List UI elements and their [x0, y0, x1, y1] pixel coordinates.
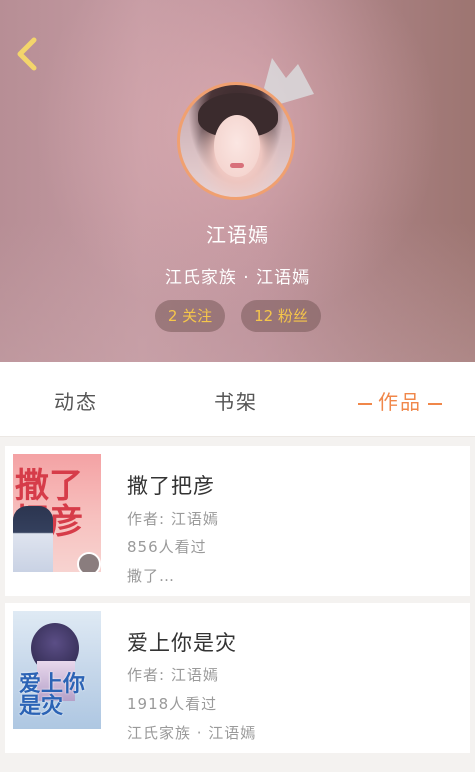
tab-dynamics[interactable]: 动态 [54, 362, 98, 436]
profile-name: 江语嫣 [206, 223, 269, 247]
book-cover[interactable]: 撒了把彦 [13, 454, 101, 572]
profile-family: 江氏家族 · 江语嫣 [164, 268, 311, 288]
book-views: 856人看过 [127, 538, 207, 556]
fans-count-button[interactable]: 12 粉丝 [241, 300, 321, 332]
book-description: 撒了… [127, 567, 176, 585]
book-cover[interactable]: 爱上你是灾 [13, 611, 101, 729]
tab-bookshelf[interactable]: 书架 [214, 362, 258, 436]
profile-tabs: 动态 书架 作品 [0, 362, 475, 437]
book-cover-figure [13, 506, 53, 572]
tab-active-dash-left [358, 402, 372, 405]
book-views: 1918人看过 [127, 695, 218, 713]
back-chevron-icon[interactable] [12, 36, 42, 72]
book-author: 作者: 江语嫣 [127, 666, 219, 684]
avatar-lips [230, 163, 244, 168]
book-author: 作者: 江语嫣 [127, 510, 219, 528]
work-card[interactable]: 撒了把彦 撒了把彦 作者: 江语嫣 856人看过 撒了… [5, 446, 470, 596]
following-count-button[interactable]: 2 关注 [155, 300, 225, 332]
work-card[interactable]: 爱上你是灾 爱上你是灾 作者: 江语嫣 1918人看过 江氏家族 · 江语嫣 [5, 603, 470, 753]
book-title[interactable]: 撒了把彦 [127, 470, 215, 500]
tab-active-dash-right [428, 402, 442, 405]
profile-header: 江语嫣 江氏家族 · 江语嫣 2 关注 12 粉丝 [0, 0, 475, 362]
book-title[interactable]: 爱上你是灾 [127, 627, 237, 657]
book-cover-title: 爱上你是灾 [19, 671, 86, 719]
tab-works[interactable]: 作品 [352, 362, 448, 436]
tab-works-label: 作品 [378, 390, 422, 414]
book-description: 江氏家族 · 江语嫣 [127, 724, 257, 742]
tab-dynamics-label: 动态 [54, 390, 98, 414]
tab-bookshelf-label: 书架 [214, 390, 258, 414]
avatar[interactable] [177, 82, 295, 200]
author-avatar-small [77, 552, 101, 572]
